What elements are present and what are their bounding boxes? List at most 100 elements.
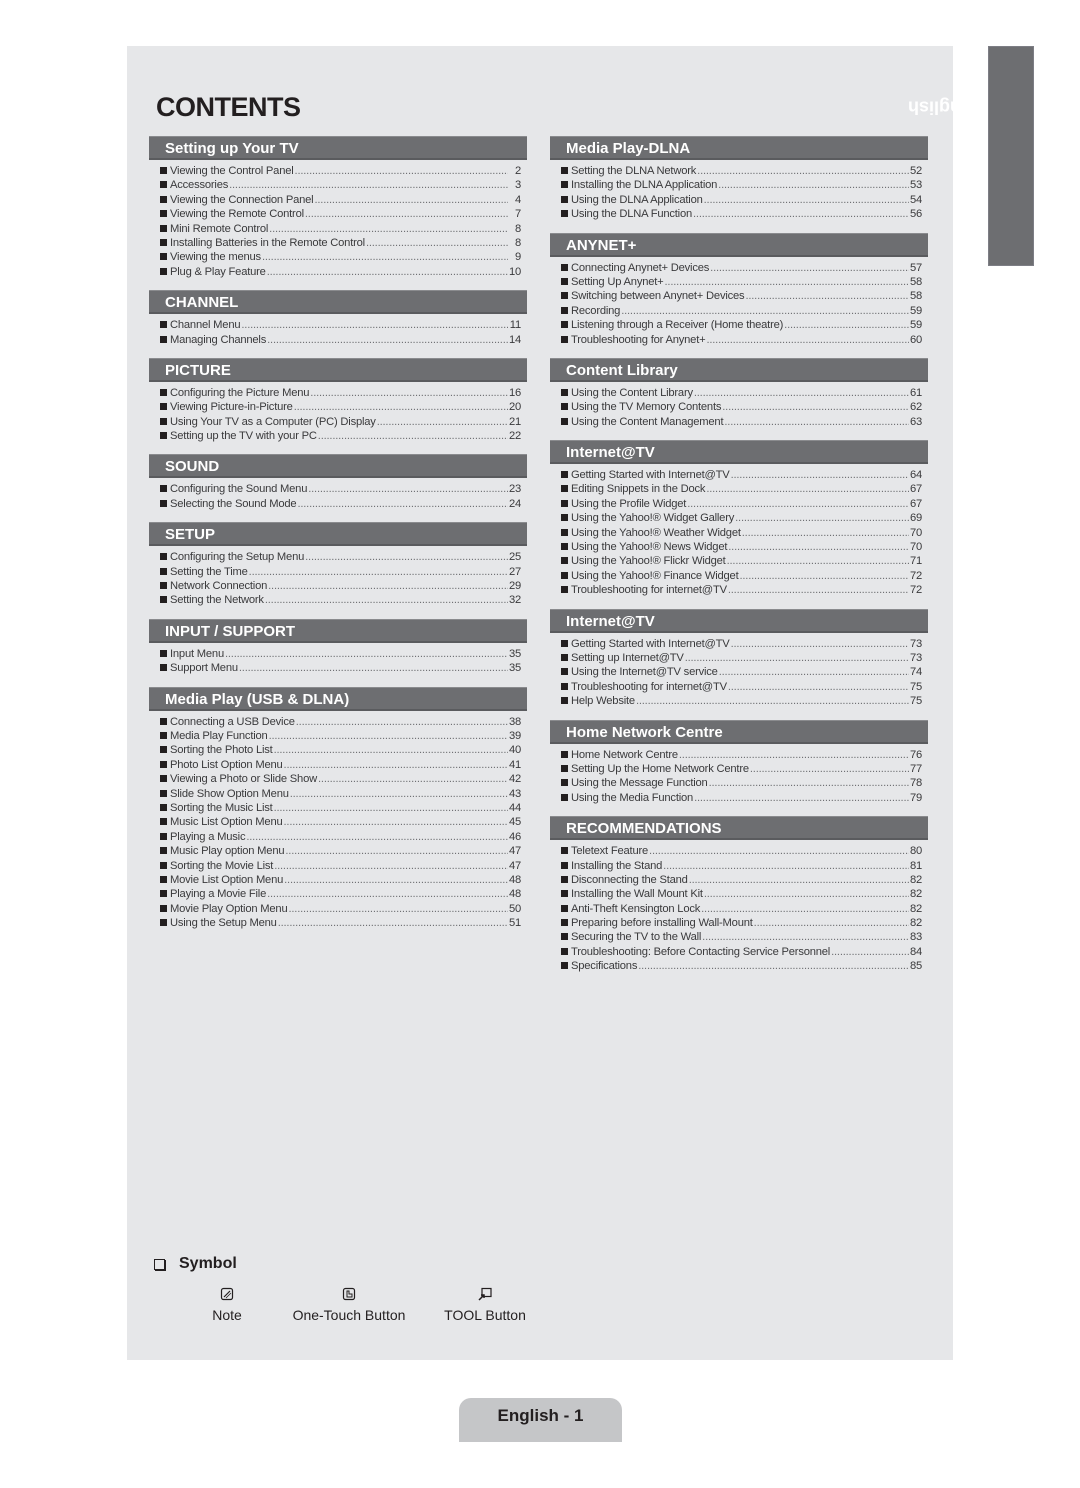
toc-entry[interactable]: Troubleshooting for internet@TV 72 <box>561 583 922 597</box>
toc-entry[interactable]: Accessories 3 <box>160 178 521 192</box>
toc-entry[interactable]: Configuring the Setup Menu 25 <box>160 550 521 564</box>
toc-entry[interactable]: Teletext Feature 80 <box>561 844 922 858</box>
toc-entry[interactable]: Music List Option Menu 45 <box>160 815 521 829</box>
toc-entry[interactable]: Configuring the Picture Menu 16 <box>160 386 521 400</box>
toc-entry[interactable]: Viewing Picture-in-Picture 20 <box>160 400 521 414</box>
toc-entry-page: 54 <box>909 193 922 206</box>
toc-entry[interactable]: Connecting a USB Device 38 <box>160 715 521 729</box>
dot-leader <box>239 661 508 675</box>
toc-entry[interactable]: Sorting the Movie List 47 <box>160 859 521 873</box>
language-tab-label: English <box>908 97 974 118</box>
toc-entry[interactable]: Troubleshooting for internet@TV 75 <box>561 680 922 694</box>
toc-entry[interactable]: Using Your TV as a Computer (PC) Display… <box>160 415 521 429</box>
toc-entry[interactable]: Movie Play Option Menu 50 <box>160 902 521 916</box>
toc-entry[interactable]: Home Network Centre 76 <box>561 748 922 762</box>
dot-leader <box>665 275 909 289</box>
toc-entry[interactable]: Using the Internet@TV service 74 <box>561 665 922 679</box>
toc-entry-page: 41 <box>508 758 521 771</box>
toc-entry-page: 72 <box>909 569 922 582</box>
toc-entry-page: 82 <box>909 902 922 915</box>
dot-leader <box>268 579 508 593</box>
toc-entry[interactable]: Recording 59 <box>561 304 922 318</box>
toc-entry[interactable]: Connecting Anynet+ Devices 57 <box>561 261 922 275</box>
toc-entry[interactable]: Installing the DLNA Application 53 <box>561 178 922 192</box>
toc-entry[interactable]: Preparing before installing Wall-Mount 82 <box>561 916 922 930</box>
toc-entry[interactable]: Network Connection 29 <box>160 579 521 593</box>
toc-entry[interactable]: Sorting the Photo List 40 <box>160 743 521 757</box>
toc-entry[interactable]: Editing Snippets in the Dock 67 <box>561 482 922 496</box>
toc-entry[interactable]: Using the Setup Menu 51 <box>160 916 521 930</box>
toc-entry[interactable]: Photo List Option Menu 41 <box>160 758 521 772</box>
toc-entry[interactable]: Troubleshooting: Before Contacting Servi… <box>561 945 922 959</box>
toc-entry[interactable]: Selecting the Sound Mode 24 <box>160 497 521 511</box>
toc-entry[interactable]: Anti-Theft Kensington Lock 82 <box>561 902 922 916</box>
toc-entry[interactable]: Securing the TV to the Wall 83 <box>561 930 922 944</box>
toc-entry[interactable]: Getting Started with Internet@TV 73 <box>561 637 922 651</box>
toc-entry[interactable]: Mini Remote Control 8 <box>160 222 521 236</box>
toc-entry[interactable]: Installing the Stand 81 <box>561 859 922 873</box>
toc-entry[interactable]: Viewing the Connection Panel 4 <box>160 193 521 207</box>
toc-entry[interactable]: Using the Yahoo!® Finance Widget 72 <box>561 569 922 583</box>
toc-entry[interactable]: Using the Yahoo!® News Widget 70 <box>561 540 922 554</box>
toc-entry[interactable]: Input Menu 35 <box>160 647 521 661</box>
toc-entry[interactable]: Setting the Network 32 <box>160 593 521 607</box>
toc-entry[interactable]: Using the Yahoo!® Weather Widget 70 <box>561 526 922 540</box>
toc-entry[interactable]: Using the Message Function 78 <box>561 776 922 790</box>
toc-entry[interactable]: Installing the Wall Mount Kit 82 <box>561 887 922 901</box>
toc-entry[interactable]: Playing a Music 46 <box>160 830 521 844</box>
toc-entry[interactable]: Setting the DLNA Network 52 <box>561 164 922 178</box>
dot-leader <box>724 415 909 429</box>
toc-entry[interactable]: Slide Show Option Menu 43 <box>160 787 521 801</box>
toc-entry[interactable]: Setting the Time 27 <box>160 565 521 579</box>
toc-entry[interactable]: Disconnecting the Stand 82 <box>561 873 922 887</box>
toc-entry[interactable]: Using the DLNA Application 54 <box>561 193 922 207</box>
toc-entry[interactable]: Using the Yahoo!® Flickr Widget 71 <box>561 554 922 568</box>
toc-entry[interactable]: Support Menu 35 <box>160 661 521 675</box>
toc-entry[interactable]: Specifications 85 <box>561 959 922 973</box>
toc-entry[interactable]: Plug & Play Feature 10 <box>160 265 521 279</box>
toc-entry[interactable]: Managing Channels 14 <box>160 333 521 347</box>
toc-entry[interactable]: Using the TV Memory Contents 62 <box>561 400 922 414</box>
toc-entry[interactable]: Troubleshooting for Anynet+ 60 <box>561 333 922 347</box>
dot-leader <box>710 261 909 275</box>
toc-entry[interactable]: Music Play option Menu 47 <box>160 844 521 858</box>
toc-entry[interactable]: Setting up Internet@TV 73 <box>561 651 922 665</box>
toc-entry[interactable]: Using the Yahoo!® Widget Gallery 69 <box>561 511 922 525</box>
toc-entry[interactable]: Setting Up the Home Network Centre 77 <box>561 762 922 776</box>
toc-entry[interactable]: Using the DLNA Function 56 <box>561 207 922 221</box>
toc-entry[interactable]: Using the Profile Widget 67 <box>561 497 922 511</box>
bullet-square-icon <box>561 586 568 594</box>
toc-entry[interactable]: Using the Content Library 61 <box>561 386 922 400</box>
toc-entry[interactable]: Media Play Function 39 <box>160 729 521 743</box>
toc-entry[interactable]: Listening through a Receiver (Home theat… <box>561 318 922 332</box>
language-tab[interactable]: English <box>908 46 1034 266</box>
toc-entry[interactable]: Setting Up Anynet+ 58 <box>561 275 922 289</box>
bullet-square-icon <box>561 388 568 396</box>
toc-entry[interactable]: Using the Media Function 79 <box>561 791 922 805</box>
toc-entry[interactable]: Help Website 75 <box>561 694 922 708</box>
bullet-square-icon <box>160 731 167 739</box>
toc-entry[interactable]: Playing a Movie File 48 <box>160 887 521 901</box>
toc-entry[interactable]: Viewing the menus 9 <box>160 250 521 264</box>
toc-entry[interactable]: Setting up the TV with your PC 22 <box>160 429 521 443</box>
dot-leader <box>305 550 508 564</box>
toc-entry-label: Specifications <box>571 960 638 973</box>
toc-entry-label: Sorting the Photo List <box>170 744 273 757</box>
toc-entry[interactable]: Configuring the Sound Menu 23 <box>160 482 521 496</box>
toc-entry[interactable]: Sorting the Music List 44 <box>160 801 521 815</box>
toc-entry-label: Selecting the Sound Mode <box>170 497 297 510</box>
toc-section: SETUPConfiguring the Setup Menu25Setting… <box>149 522 527 608</box>
toc-entry[interactable]: Viewing a Photo or Slide Show 42 <box>160 772 521 786</box>
toc-entry[interactable]: Movie List Option Menu 48 <box>160 873 521 887</box>
toc-entry[interactable]: Switching between Anynet+ Devices 58 <box>561 289 922 303</box>
bullet-square-icon <box>160 596 167 604</box>
toc-entry[interactable]: Getting Started with Internet@TV 64 <box>561 468 922 482</box>
toc-entry[interactable]: Channel Menu 11 <box>160 318 521 332</box>
toc-entry-label: Plug & Play Feature <box>170 265 266 278</box>
toc-entry[interactable]: Using the Content Management 63 <box>561 415 922 429</box>
toc-entry[interactable]: Installing Batteries in the Remote Contr… <box>160 236 521 250</box>
bullet-square-icon <box>160 818 167 826</box>
toc-entry[interactable]: Viewing the Control Panel 2 <box>160 164 521 178</box>
toc-entry[interactable]: Viewing the Remote Control 7 <box>160 207 521 221</box>
toc-entry-page: 44 <box>508 801 521 814</box>
